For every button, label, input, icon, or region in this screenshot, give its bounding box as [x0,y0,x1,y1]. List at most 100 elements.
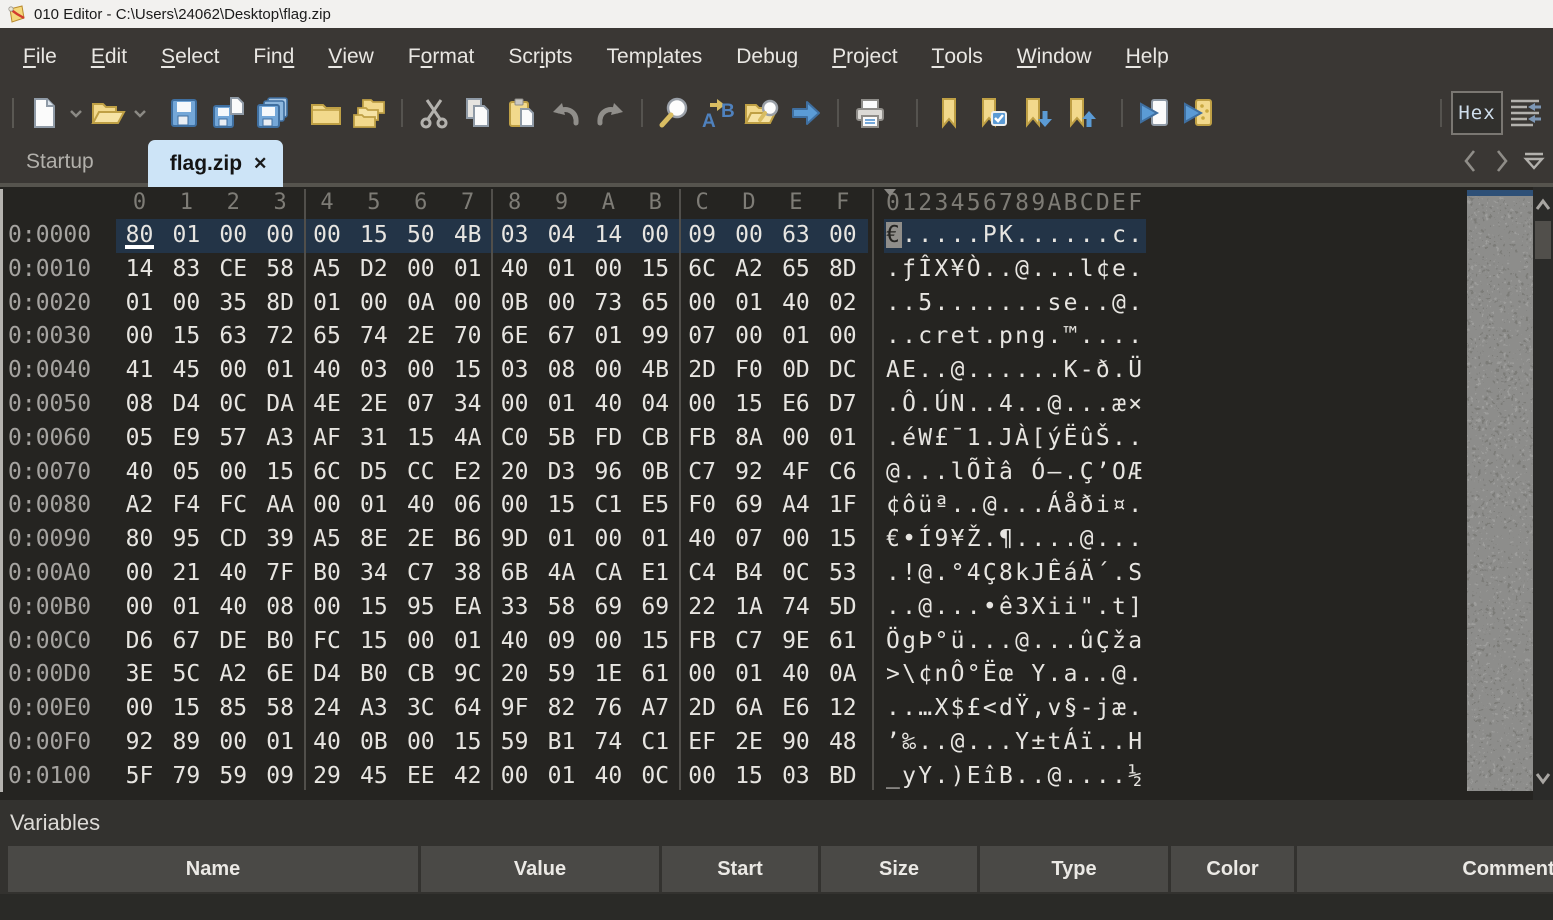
scrollbar-thumb[interactable] [1535,221,1551,259]
hex-byte[interactable]: 35 [210,287,257,321]
hex-byte[interactable]: EE [397,760,444,794]
hex-byte[interactable]: 20 [491,456,538,490]
hex-byte[interactable]: 6A [726,692,773,726]
hex-byte[interactable]: C7 [679,456,726,490]
hex-byte[interactable]: CE [210,253,257,287]
hex-byte[interactable]: 15 [350,219,397,253]
hex-byte[interactable]: 8A [726,422,773,456]
hex-byte[interactable]: 31 [350,422,397,456]
hex-byte[interactable]: 6E [491,320,538,354]
hex-byte[interactable]: 2E [350,388,397,422]
hex-byte[interactable]: 01 [726,287,773,321]
hex-byte[interactable]: 00 [491,388,538,422]
hex-byte[interactable]: 45 [163,354,210,388]
hex-byte[interactable]: 90 [772,726,819,760]
hex-byte[interactable]: 63 [772,219,819,253]
hex-byte[interactable]: 00 [679,658,726,692]
hex-byte[interactable]: B4 [726,557,773,591]
hex-byte[interactable]: 59 [538,658,585,692]
hex-byte[interactable]: 00 [397,354,444,388]
scroll-tabs-left-button[interactable] [1457,146,1483,176]
hex-byte[interactable]: 2E [397,320,444,354]
hex-row[interactable]: 0:00F092890001400B001559B174C1EF2E9048’‰… [0,726,1553,760]
open-file-button[interactable] [86,90,130,136]
hex-byte[interactable]: 4B [632,354,679,388]
new-file-dropdown[interactable] [66,90,86,136]
hex-byte[interactable]: 34 [444,388,491,422]
open-file-dropdown[interactable] [130,90,150,136]
hex-byte[interactable]: 01 [538,253,585,287]
hex-byte[interactable]: B0 [257,625,304,659]
hex-byte[interactable]: 0C [772,557,819,591]
hex-byte[interactable]: 00 [116,557,163,591]
ascii-text[interactable]: >\¢nÔ°Ëœ Y.a..@. [884,658,1146,692]
hex-byte[interactable]: 9F [491,692,538,726]
menu-select[interactable]: Select [144,28,236,85]
hex-row[interactable]: 0:005008D40CDA4E2E0734000140040015E6D7.Ô… [0,388,1553,422]
hex-byte[interactable]: 00 [819,219,866,253]
menu-find[interactable]: Find [236,28,311,85]
hex-byte[interactable]: A2 [116,489,163,523]
hex-byte[interactable]: 4E [304,388,351,422]
hex-byte[interactable]: 06 [444,489,491,523]
hex-byte[interactable]: 48 [819,726,866,760]
hex-byte[interactable]: 08 [538,354,585,388]
hex-byte[interactable]: 00 [632,219,679,253]
hex-byte[interactable]: 05 [163,456,210,490]
hex-byte[interactable]: A3 [350,692,397,726]
hex-byte[interactable]: DE [210,625,257,659]
hex-byte[interactable]: 3E [116,658,163,692]
variables-column-type[interactable]: Type [980,846,1168,892]
hex-byte[interactable]: 8D [819,253,866,287]
hex-byte[interactable]: 08 [116,388,163,422]
hex-byte[interactable]: 9E [772,625,819,659]
hex-byte[interactable]: 6E [257,658,304,692]
hex-byte[interactable]: 01 [772,320,819,354]
hex-byte[interactable]: 39 [257,523,304,557]
hex-byte[interactable]: 00 [585,354,632,388]
hex-byte[interactable]: 61 [632,658,679,692]
hex-row[interactable]: 0:00B000014008001595EA33586969221A745D..… [0,591,1553,625]
ascii-text[interactable]: AE..@......K-ð.Ü [884,354,1146,388]
ascii-text[interactable]: ..…X$£<dŸ‚v§-jæ. [884,692,1146,726]
hex-byte[interactable]: 1A [726,591,773,625]
hex-byte[interactable]: 92 [726,456,773,490]
hex-byte[interactable]: 00 [397,726,444,760]
hex-byte[interactable]: D2 [350,253,397,287]
hex-byte[interactable]: 15 [632,253,679,287]
hex-byte[interactable]: 00 [679,760,726,794]
hex-byte[interactable]: 4F [772,456,819,490]
hex-byte[interactable]: 40 [304,726,351,760]
next-bookmark-button[interactable] [1015,90,1059,136]
hex-byte[interactable]: 53 [819,557,866,591]
hex-byte[interactable]: 59 [491,726,538,760]
hex-byte[interactable]: 24 [304,692,351,726]
hex-byte[interactable]: 00 [726,320,773,354]
hex-byte[interactable]: 07 [679,320,726,354]
scroll-tabs-right-button[interactable] [1489,146,1515,176]
hex-byte[interactable]: 00 [210,219,257,253]
ascii-text[interactable]: ..cret.png.™.... [884,320,1146,354]
hex-byte[interactable]: EA [444,591,491,625]
hex-byte[interactable]: 01 [116,287,163,321]
menu-project[interactable]: Project [815,28,914,85]
hex-byte[interactable]: 34 [350,557,397,591]
hex-byte[interactable]: 79 [163,760,210,794]
hex-byte[interactable]: 00 [819,320,866,354]
hex-editor-pane[interactable]: 0123456789ABCDEF 0123456789ABCDEF 0:0000… [0,187,1553,800]
hex-byte[interactable]: FC [210,489,257,523]
hex-byte[interactable]: 02 [819,287,866,321]
hex-byte[interactable]: B0 [350,658,397,692]
hex-byte[interactable]: 40 [491,253,538,287]
ascii-text[interactable]: ¢ôüª..@...Áåði¤. [884,489,1146,523]
hex-byte[interactable]: 00 [304,219,351,253]
hex-byte[interactable]: CD [210,523,257,557]
hex-byte[interactable]: CA [585,557,632,591]
hex-byte[interactable]: 15 [350,625,397,659]
cut-button[interactable] [412,90,456,136]
hex-byte[interactable]: A3 [257,422,304,456]
hex-row[interactable]: 0:00908095CD39A58E2EB69D01000140070015€•… [0,523,1553,557]
hex-byte[interactable]: 5B [538,422,585,456]
hex-row[interactable]: 0:006005E957A3AF31154AC05BFDCBFB8A0001.é… [0,422,1553,456]
hex-byte[interactable]: 0C [632,760,679,794]
